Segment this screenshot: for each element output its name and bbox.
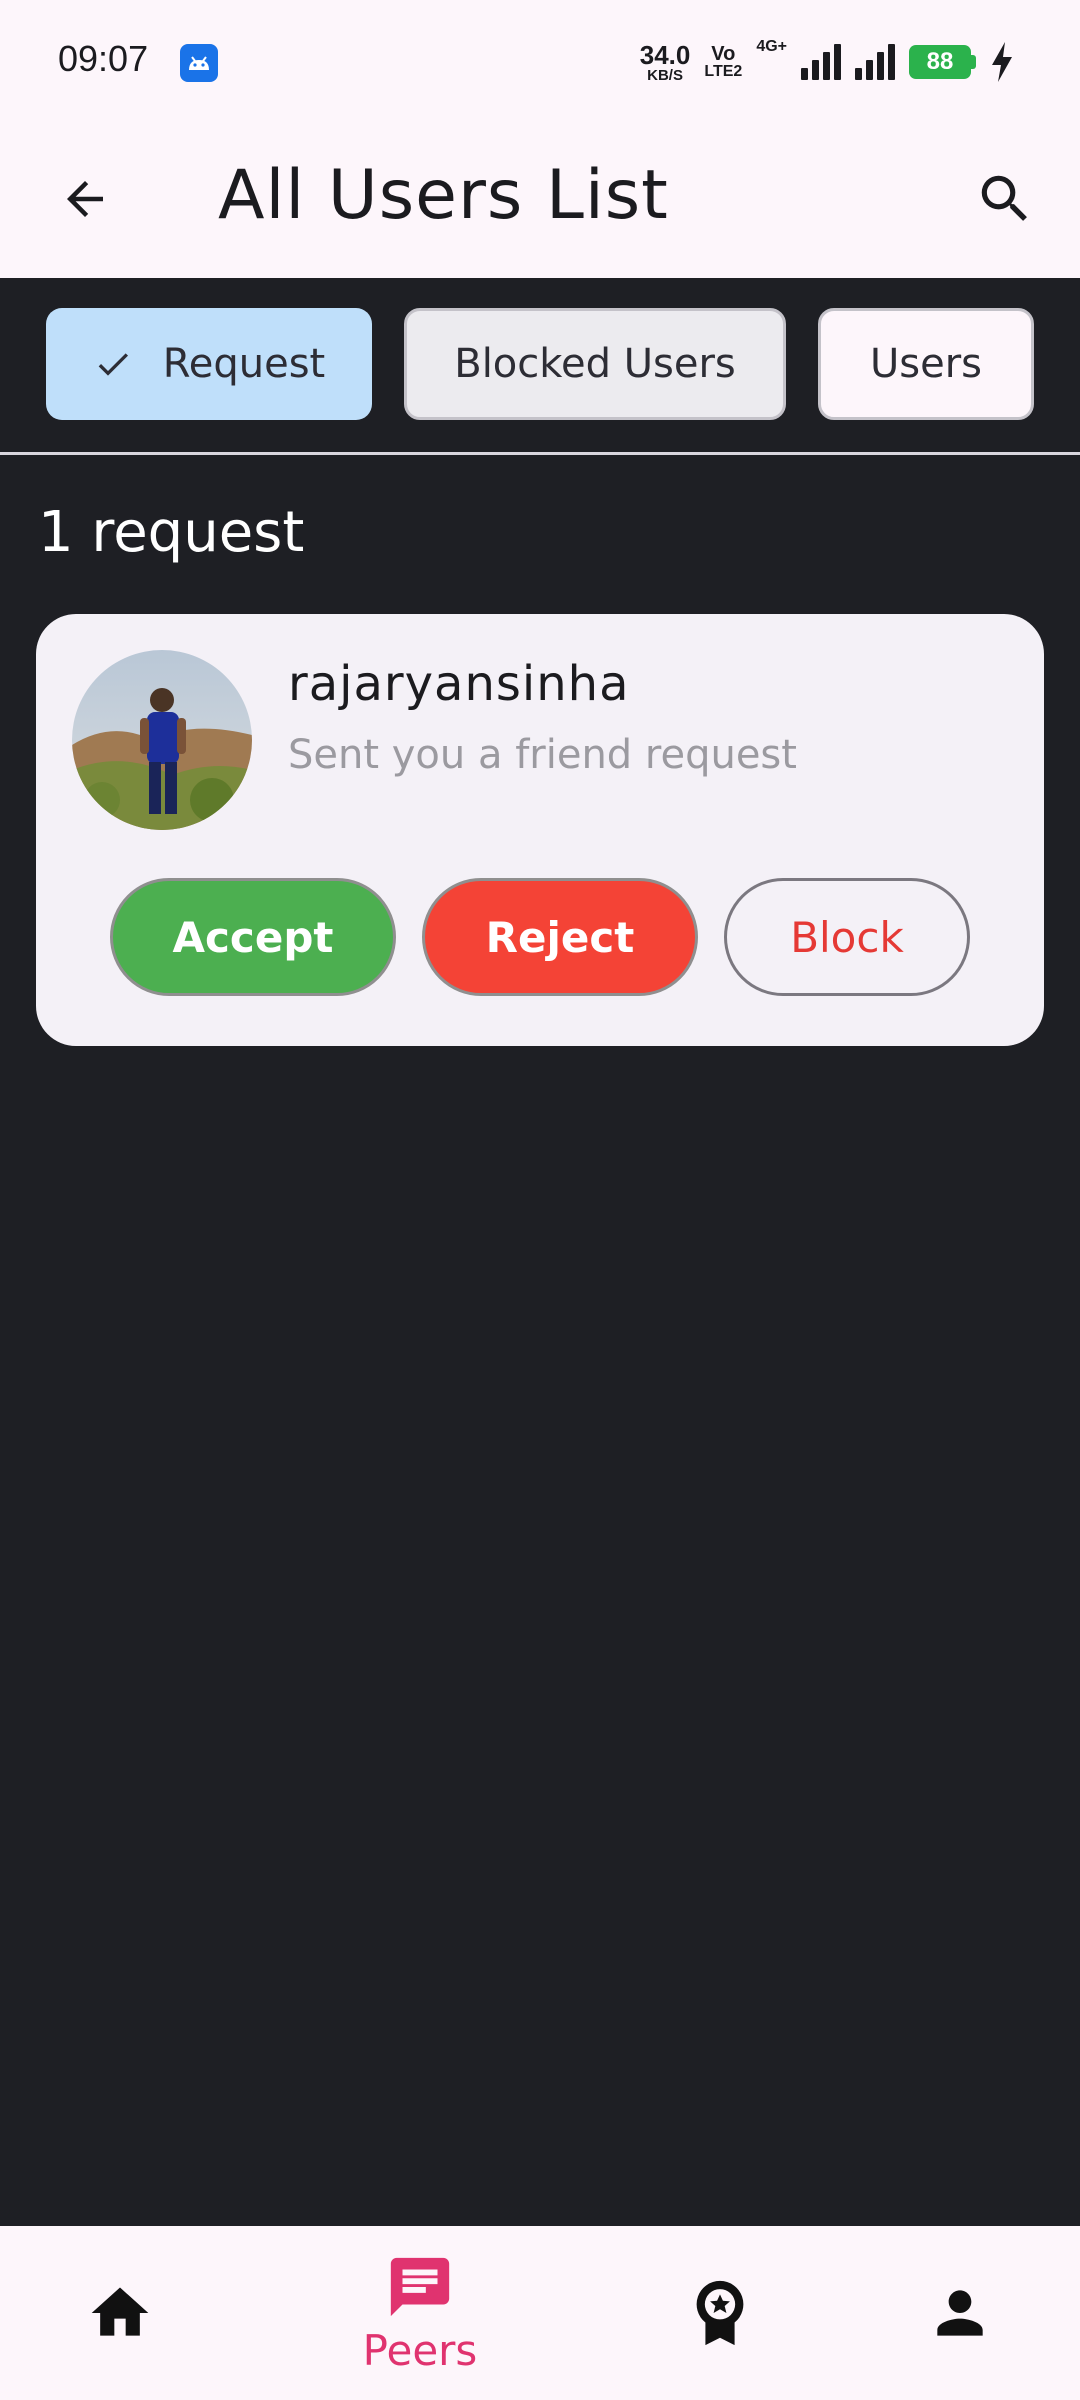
android-notification-icon — [180, 44, 218, 82]
divider — [0, 452, 1080, 455]
network-speed: 34.0 KB/S — [639, 39, 691, 84]
status-indicators: 34.0 KB/S Vo LTE2 4G+ 88 — [640, 34, 1014, 90]
page-title: All Users List — [218, 156, 669, 235]
user-name: rajaryansinha — [288, 656, 630, 712]
search-icon — [981, 175, 1027, 221]
status-bar: 09:07 34.0 KB/S Vo LTE2 4G+ 88 — [0, 0, 1080, 124]
status-time: 09:07 — [58, 38, 149, 79]
check-icon — [98, 353, 128, 376]
request-subtitle: Sent you a friend request — [288, 732, 797, 778]
network-type: 4G+ — [756, 38, 787, 55]
chip-request[interactable]: Request — [46, 308, 372, 420]
signal-icon-sim2 — [855, 44, 895, 80]
chip-users-label: Users — [869, 341, 982, 387]
home-icon — [91, 2287, 149, 2336]
arrow-back-icon — [67, 181, 103, 217]
chip-request-label: Request — [162, 341, 326, 387]
charging-icon — [992, 42, 1012, 82]
chip-blocked-label: Blocked Users — [454, 341, 736, 387]
search-button[interactable] — [970, 164, 1040, 234]
bottom-navigation: Peers — [0, 2226, 1080, 2400]
app-bar: All Users List — [0, 124, 1080, 278]
reject-button[interactable]: Reject — [422, 878, 698, 996]
battery-icon: 88 — [909, 45, 976, 79]
nav-peers-label: Peers — [362, 2325, 478, 2375]
chat-icon — [390, 2257, 450, 2316]
nav-home[interactable] — [0, 2226, 240, 2400]
award-icon — [696, 2280, 744, 2346]
nav-achievements[interactable] — [600, 2226, 840, 2400]
avatar[interactable] — [72, 650, 252, 830]
volte-indicator: Vo LTE2 — [704, 43, 743, 80]
chip-users[interactable]: Users — [818, 308, 1034, 420]
block-button[interactable]: Block — [724, 878, 970, 996]
nav-profile[interactable] — [840, 2226, 1080, 2400]
chip-blocked-users[interactable]: Blocked Users — [404, 308, 786, 420]
nav-peers[interactable]: Peers — [300, 2226, 540, 2400]
back-button[interactable] — [52, 166, 118, 232]
request-card: rajaryansinha Sent you a friend request … — [36, 614, 1044, 1046]
accept-button[interactable]: Accept — [110, 878, 396, 996]
request-count: 1 request — [38, 500, 305, 565]
person-icon — [937, 2290, 983, 2336]
signal-icon — [801, 44, 841, 80]
